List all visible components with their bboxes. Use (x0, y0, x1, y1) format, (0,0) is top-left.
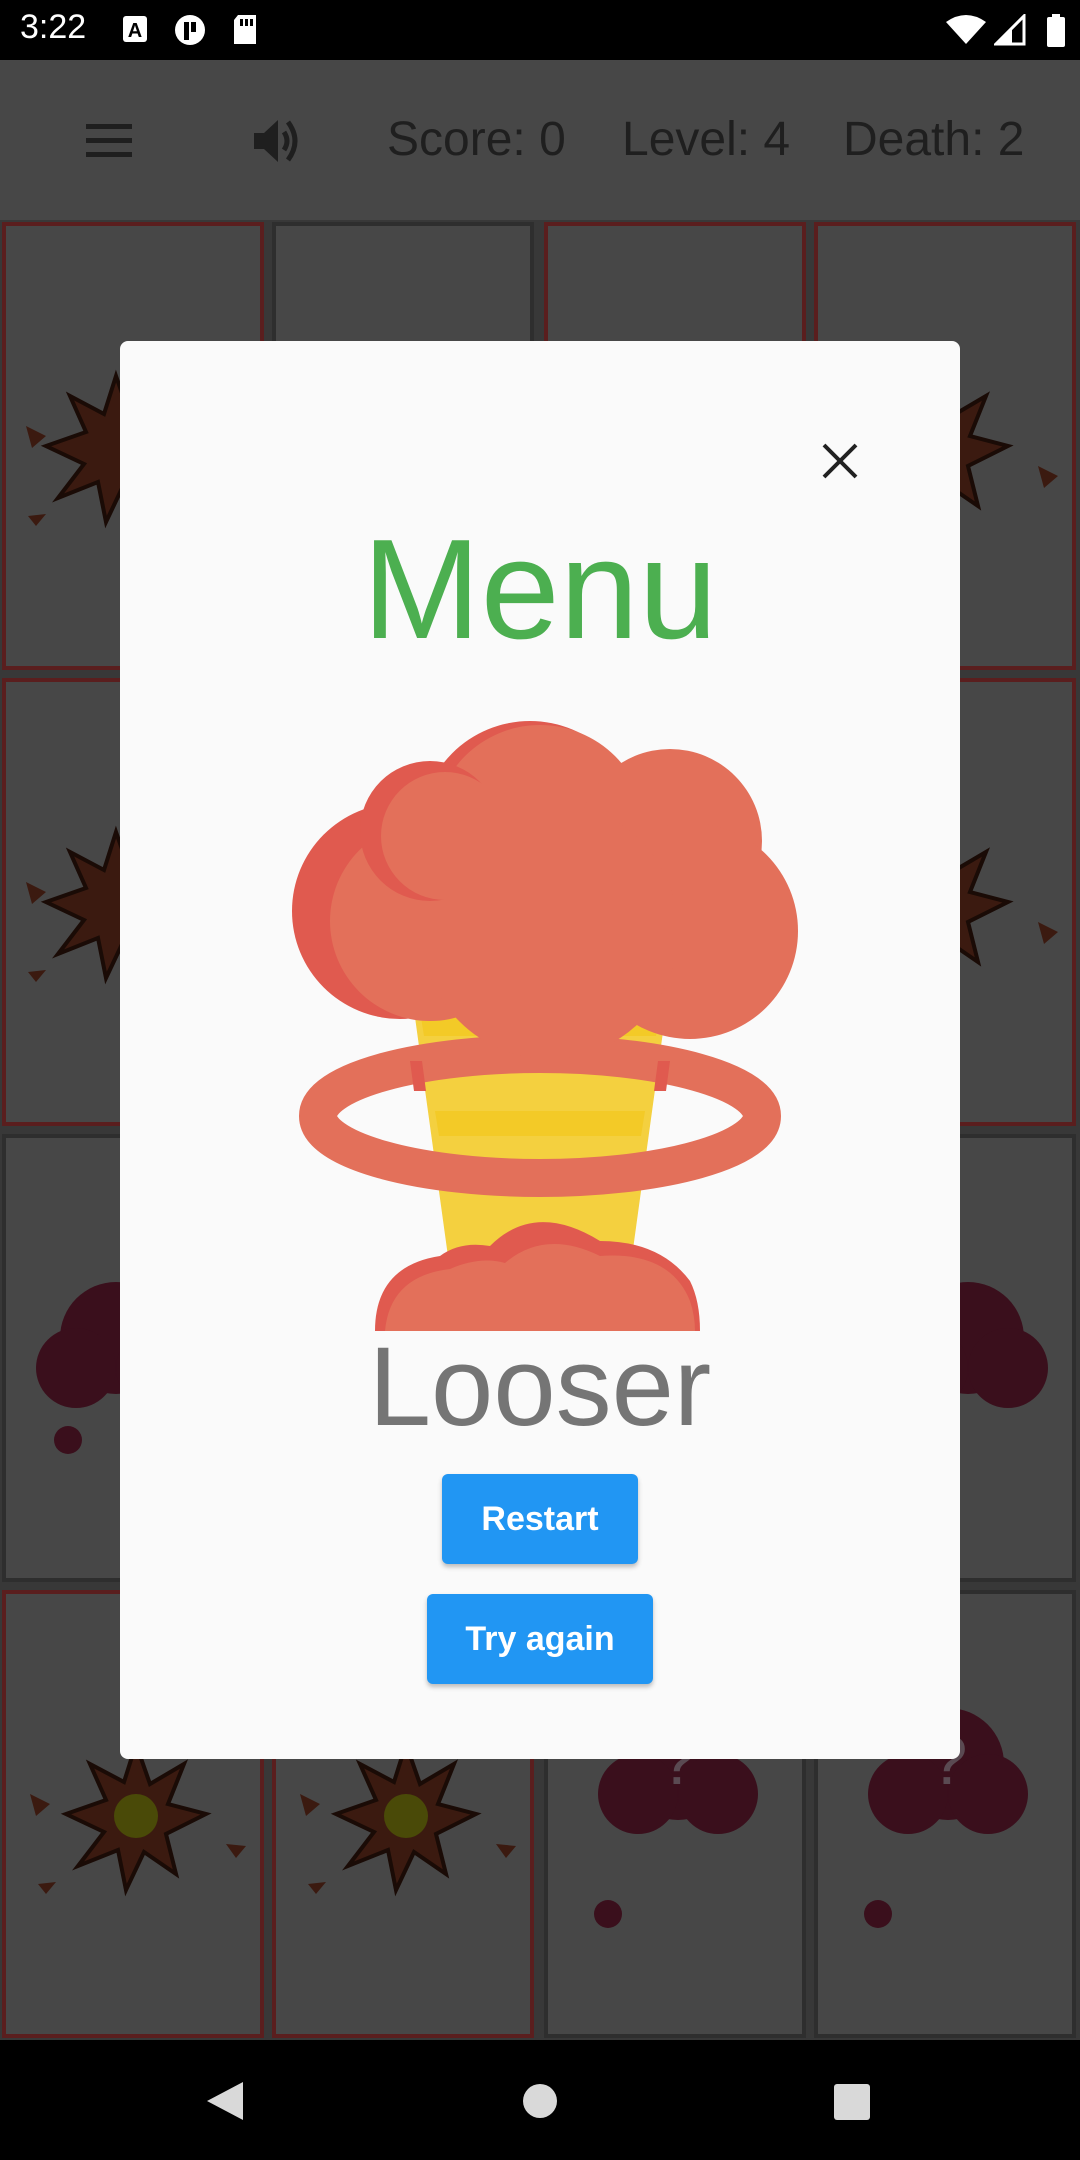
status-bar: 3:22 A (0, 0, 1080, 60)
try-again-button[interactable]: Try again (427, 1594, 653, 1684)
menu-dialog: Menu Looser Restart Try again (120, 341, 960, 1759)
wifi-icon (946, 15, 986, 44)
svg-text:A: A (128, 20, 142, 42)
app-bar: Score: 0 Level: 4 Death: 2 (0, 60, 1080, 220)
navigation-bar (0, 2040, 1080, 2160)
home-icon[interactable] (523, 2084, 557, 2118)
signal-icon (994, 14, 1026, 46)
status-time: 3:22 (20, 8, 87, 46)
text-a-icon: A (123, 16, 147, 42)
level-label: Level: 4 (622, 113, 791, 166)
battery-icon (1047, 14, 1065, 47)
close-icon[interactable] (818, 439, 862, 483)
pinterest-icon (175, 15, 205, 45)
volume-icon[interactable] (252, 116, 302, 166)
dialog-title: Menu (362, 510, 718, 669)
mushroom-cloud-image (292, 721, 798, 1331)
hamburger-menu-icon[interactable] (86, 124, 132, 158)
score-label: Score: 0 (387, 113, 566, 166)
death-label: Death: 2 (843, 113, 1025, 166)
recents-icon[interactable] (834, 2084, 870, 2120)
result-text: Looser (368, 1324, 712, 1449)
sd-card-icon (234, 15, 256, 44)
restart-button[interactable]: Restart (442, 1474, 638, 1564)
back-icon[interactable] (205, 2080, 245, 2122)
